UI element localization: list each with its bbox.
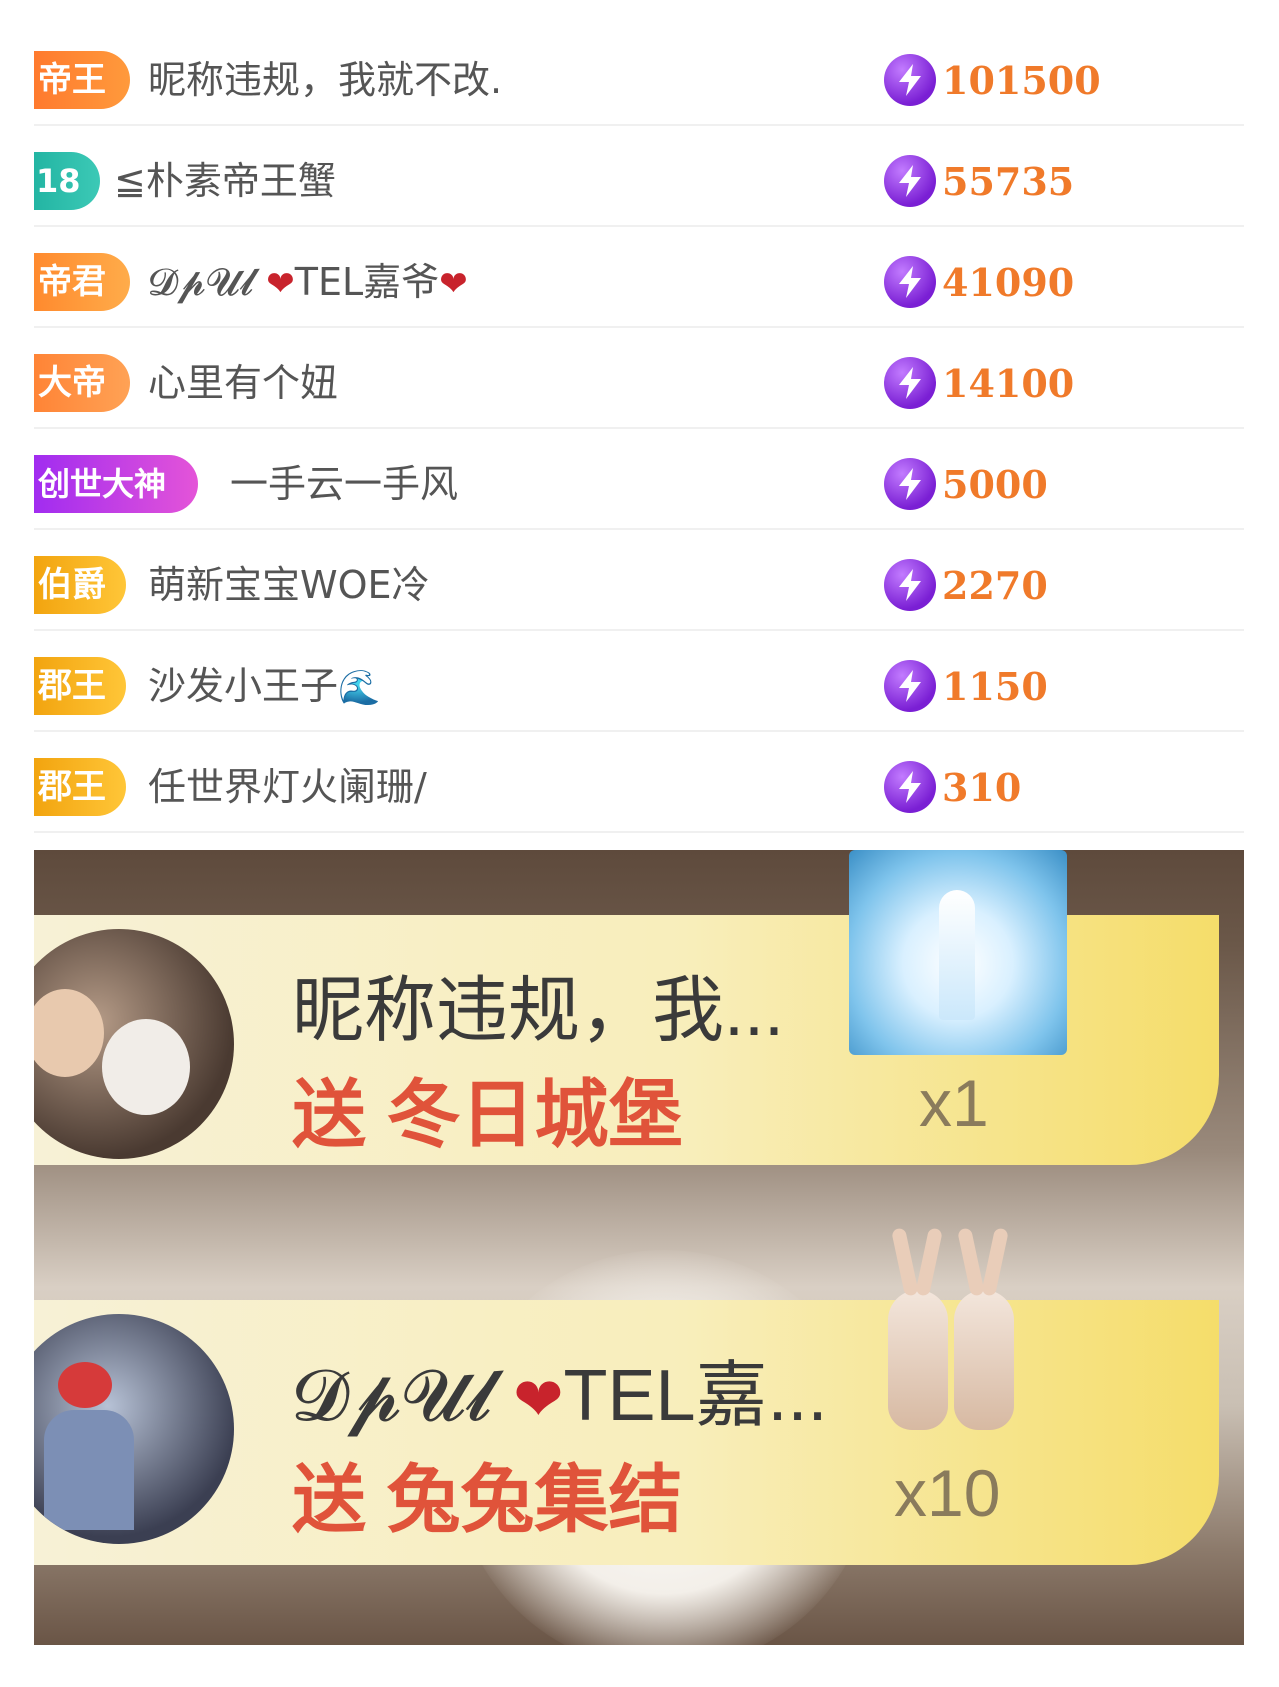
lightning-bolt-icon: [884, 256, 936, 308]
gift-count: x1: [919, 1066, 989, 1140]
contribution-amount: 5000: [884, 455, 1048, 513]
level-badge: 帝君: [34, 253, 130, 311]
user-name-mid: TEL嘉爷: [294, 260, 440, 304]
live-stream-view: 昵称违规，我... 送 冬日城堡 x1 𝓓𝓹𝓤𝓵 ❤TEL嘉... 送 兔兔集结: [34, 850, 1244, 1645]
gift-action: 送: [292, 1458, 366, 1541]
gift-description: 送 冬日城堡: [292, 1055, 683, 1162]
lightning-bolt-icon: [884, 559, 936, 611]
amount-value: 55735: [942, 158, 1075, 204]
user-name: 沙发小王子🌊: [148, 657, 380, 717]
bunny-ear: [957, 1227, 985, 1297]
user-name: 𝓓𝓹𝓤𝓵 ❤TEL嘉爷❤: [148, 253, 468, 313]
rank-row-8[interactable]: 郡王 任世界灯火阑珊/ 310: [34, 732, 1244, 833]
level-badge: 18: [34, 152, 100, 210]
wave-icon: 🌊: [338, 668, 381, 708]
user-name: ≦朴素帝王蟹: [114, 159, 336, 203]
level-badge: 创世大神: [34, 455, 198, 513]
amount-value: 2270: [942, 562, 1048, 608]
bunny-gift-icon: [884, 1220, 1024, 1430]
rank-row-6[interactable]: 伯爵 萌新宝宝WOE冷 2270: [34, 530, 1244, 631]
sender-name-suffix: TEL嘉...: [563, 1356, 828, 1436]
user-name-prefix: 𝓓𝓹𝓤𝓵: [148, 260, 255, 304]
rank-row-1[interactable]: 帝王 昵称违规，我就不改. 101500: [34, 25, 1244, 126]
contribution-amount: 41090: [884, 253, 1074, 311]
user-name: 萌新宝宝WOE冷: [148, 563, 430, 607]
avatar-face: [102, 1019, 190, 1115]
bunny-ear: [915, 1227, 943, 1297]
bunny-figure: [888, 1227, 948, 1430]
lightning-bolt-icon: [884, 761, 936, 813]
heart-icon: ❤: [266, 264, 295, 304]
contribution-ranking-list: 帝王 昵称违规，我就不改. 101500 18 ≦朴素帝王蟹 55735 帝君 …: [34, 25, 1244, 833]
contribution-amount: 2270: [884, 556, 1048, 614]
user-name: 心里有个妞: [148, 361, 339, 405]
level-badge: 郡王: [34, 657, 126, 715]
user-name-text: 沙发小王子: [148, 664, 339, 708]
rank-row-3[interactable]: 帝君 𝓓𝓹𝓤𝓵 ❤TEL嘉爷❤ 41090: [34, 227, 1244, 328]
amount-value: 310: [942, 764, 1022, 810]
gift-description: 送 兔兔集结: [292, 1440, 683, 1547]
user-name: 一手云一手风: [230, 462, 459, 506]
amount-value: 101500: [942, 57, 1101, 103]
sender-name-prefix: 𝓓𝓹𝓤𝓵: [292, 1356, 494, 1436]
amount-value: 14100: [942, 360, 1075, 406]
bunny-ear: [981, 1227, 1009, 1297]
gift-banner[interactable]: 昵称违规，我... 送 冬日城堡 x1: [34, 850, 1219, 1165]
gift-count: x10: [894, 1456, 1001, 1530]
avatar-face: [34, 989, 104, 1077]
rank-row-5[interactable]: 创世大神 一手云一手风 5000: [34, 429, 1244, 530]
avatar-figure: [44, 1410, 134, 1530]
gift-name: 兔兔集结: [386, 1458, 683, 1541]
amount-value: 1150: [942, 663, 1048, 709]
bunny-ear: [891, 1227, 919, 1297]
bunny-figure: [954, 1227, 1014, 1430]
amount-value: 5000: [942, 461, 1048, 507]
contribution-amount: 101500: [884, 51, 1101, 109]
lightning-bolt-icon: [884, 155, 936, 207]
avatar-cap: [58, 1362, 112, 1408]
user-name: 昵称违规，我就不改.: [148, 58, 503, 102]
lightning-bolt-icon: [884, 54, 936, 106]
rank-row-2[interactable]: 18 ≦朴素帝王蟹 55735: [34, 126, 1244, 227]
rank-row-7[interactable]: 郡王 沙发小王子🌊 1150: [34, 631, 1244, 732]
level-badge: 郡王: [34, 758, 126, 816]
level-badge: 帝王: [34, 51, 130, 109]
avatar[interactable]: [34, 1314, 234, 1544]
heart-icon: ❤: [513, 1366, 564, 1433]
contribution-amount: 310: [884, 758, 1021, 816]
lightning-bolt-icon: [884, 357, 936, 409]
gift-sender-name: 𝓓𝓹𝓤𝓵 ❤TEL嘉...: [292, 1336, 828, 1441]
gift-banner[interactable]: 𝓓𝓹𝓤𝓵 ❤TEL嘉... 送 兔兔集结 x10: [34, 1227, 1219, 1565]
castle-spire: [939, 890, 975, 1020]
amount-value: 41090: [942, 259, 1075, 305]
gift-action: 送: [292, 1073, 366, 1156]
contribution-amount: 14100: [884, 354, 1074, 412]
contribution-amount: 55735: [884, 152, 1074, 210]
lightning-bolt-icon: [884, 458, 936, 510]
user-name: 任世界灯火阑珊/: [148, 765, 427, 809]
lightning-bolt-icon: [884, 660, 936, 712]
castle-gift-icon: [849, 850, 1067, 1055]
gift-sender-name: 昵称违规，我...: [292, 971, 785, 1051]
heart-icon: ❤: [439, 264, 468, 304]
contribution-amount: 1150: [884, 657, 1048, 715]
level-badge: 伯爵: [34, 556, 126, 614]
gift-name: 冬日城堡: [386, 1073, 683, 1156]
avatar[interactable]: [34, 929, 234, 1159]
level-badge: 大帝: [34, 354, 130, 412]
rank-row-4[interactable]: 大帝 心里有个妞 14100: [34, 328, 1244, 429]
